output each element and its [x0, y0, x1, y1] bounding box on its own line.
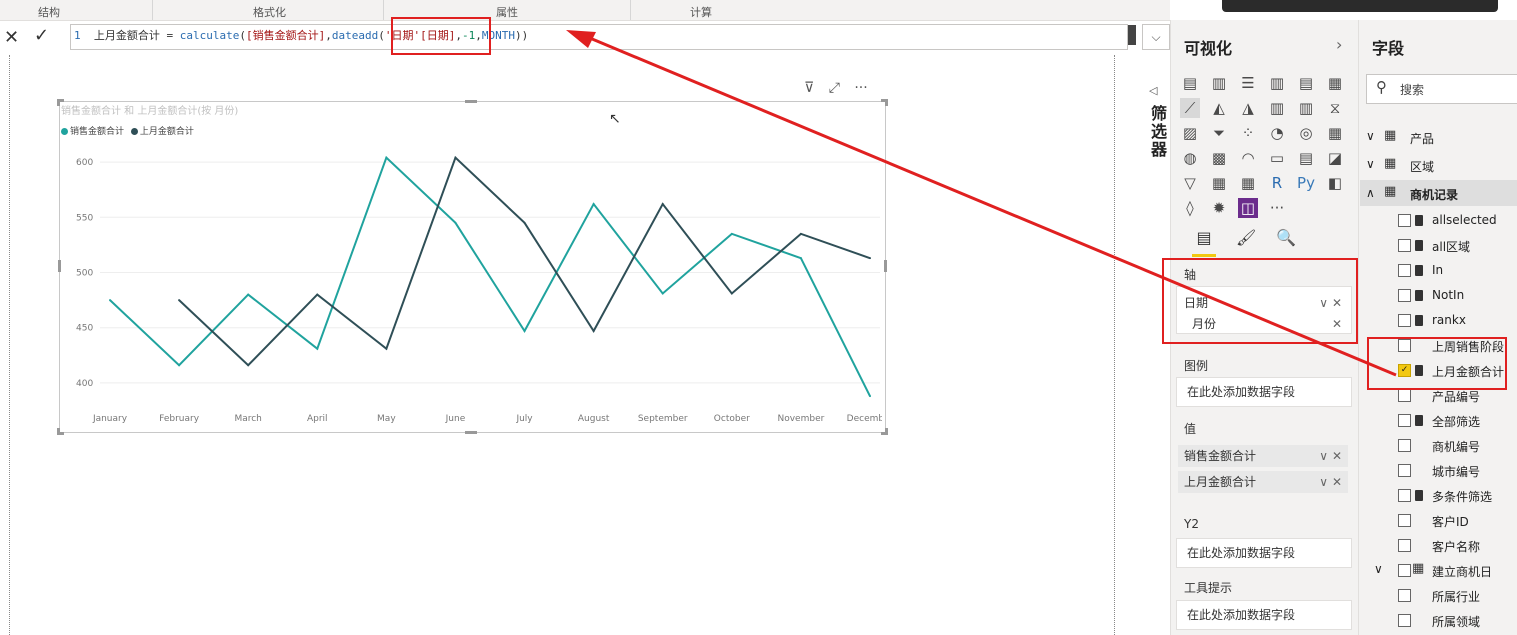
- arrow-head: [566, 30, 596, 48]
- arrow-shaft: [584, 34, 1397, 377]
- annotation-arrow: [566, 30, 1397, 377]
